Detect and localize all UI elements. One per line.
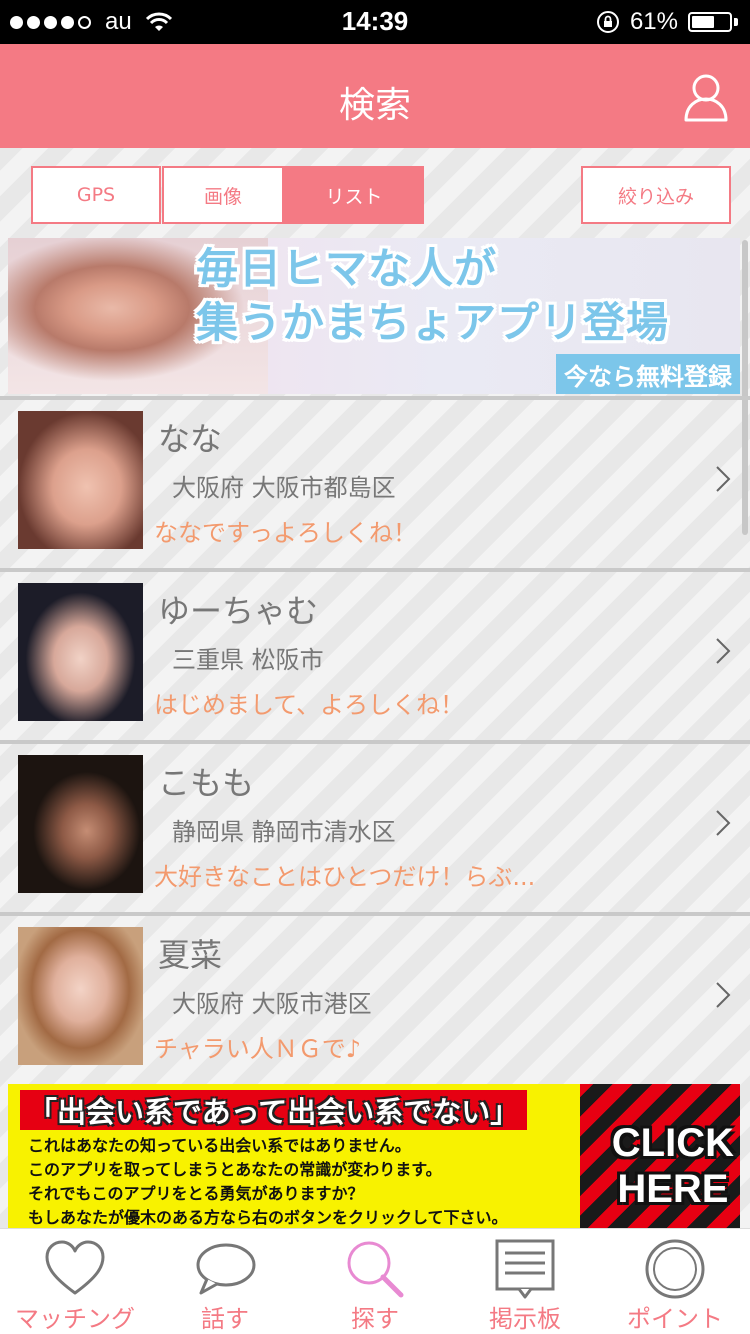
tab-search[interactable]: 探す [300,1229,450,1334]
heart-icon [45,1240,105,1295]
chevron-right-icon [716,638,731,664]
rotation-lock-icon [596,11,619,33]
tab-label: 探す [351,1305,399,1333]
battery-icon [688,10,738,34]
nav-bar: 検索 [0,44,750,148]
person-outline-icon[interactable] [682,72,730,124]
list-item[interactable]: なな 大阪府 大阪市都島区 ななですっよろしくね！ [0,396,750,564]
tab-label: ポイント [627,1305,723,1333]
chevron-right-icon [716,982,731,1008]
coin-icon [645,1239,705,1299]
banner-bottom-title: 「出会い系であって出会い系でない」 [20,1090,528,1130]
user-location: 静岡県 静岡市清水区 [172,818,396,846]
user-location: 三重県 松阪市 [172,646,324,674]
banner-line-1: 毎日ヒマな人が [196,244,498,293]
avatar [18,927,143,1065]
segment-image[interactable]: 画像 [162,166,284,224]
user-message: 大好きなことはひとつだけ！らぶ... [154,863,536,891]
tab-matching[interactable]: マッチング [0,1229,150,1334]
page-title: 検索 [338,85,411,126]
user-location: 大阪府 大阪市都島区 [172,474,396,502]
avatar [18,755,143,893]
search-icon [347,1241,404,1298]
click-line-2: HERE [617,1167,729,1211]
banner-tag: 今なら無料登録 [556,354,740,394]
list-item[interactable]: 夏菜 大阪府 大阪市港区 チャラい人ＮＧで♪ [0,912,750,1080]
tab-label: 話す [201,1305,249,1333]
chevron-right-icon [716,810,731,836]
tab-label: 掲示板 [489,1305,561,1333]
battery-fill [692,16,714,28]
chevron-right-icon [716,466,731,492]
battery-percent: 61% [629,8,678,35]
segment-gps[interactable]: GPS [31,166,161,224]
list-item[interactable]: ゆーちゃむ 三重県 松阪市 はじめまして、よろしくね！ [0,568,750,736]
status-bar: au 14:39 61% [0,0,750,44]
user-name: ゆーちゃむ [158,592,319,630]
ad-banner-top[interactable]: 毎日ヒマな人が 集うかまちょアプリ登場 今なら無料登録 [8,238,740,394]
banner-bottom-line: これはあなたの知っている出会い系ではありません。 [28,1136,411,1155]
click-line-1: CLICK [611,1121,734,1165]
list-item[interactable]: こもも 静岡県 静岡市清水区 大好きなことはひとつだけ！らぶ... [0,740,750,908]
avatar [18,411,143,549]
user-name: なな [158,420,223,458]
banner-bottom-text: これはあなたの知っている出会い系ではありません。 このアプリを取ってしまうとあな… [28,1134,508,1228]
segment-list[interactable]: リスト [284,166,424,224]
banner-bottom-line: それでもこのアプリをとる勇気がありますか？ [28,1184,364,1203]
user-name: 夏菜 [158,936,223,974]
user-location: 大阪府 大阪市港区 [172,990,372,1018]
tab-talk[interactable]: 話す [150,1229,300,1334]
banner-bottom-line: もしあなたが優木のある方なら右のボタンをクリックして下さい。 [28,1208,508,1227]
speech-bubble-icon [196,1243,256,1295]
click-here-button[interactable]: CLICK HERE [580,1084,740,1228]
user-message: ななですっよろしくね！ [154,519,418,547]
click-here-label: CLICK HERE [612,1120,734,1212]
status-right: 61% [596,7,738,37]
filter-button[interactable]: 絞り込み [581,166,731,224]
tab-board[interactable]: 掲示板 [450,1229,600,1334]
tab-label: マッチング [15,1305,135,1333]
view-mode-segmented-control: GPS 画像 リスト [31,166,424,224]
ad-banner-bottom[interactable]: 「出会い系であって出会い系でない」 これはあなたの知っている出会い系ではありませ… [8,1084,740,1228]
user-message: チャラい人ＮＧで♪ [154,1035,362,1063]
banner-bottom-line: このアプリを取ってしまうとあなたの常識が変わります。 [28,1160,442,1179]
user-message: はじめまして、よろしくね！ [154,691,465,719]
banner-line-2: 集うかまちょアプリ登場 [196,298,670,347]
banner-headline: 毎日ヒマな人が 集うかまちょアプリ登場 [196,242,669,350]
tab-bar: マッチング 話す 探す 掲示板 ポイント [0,1228,750,1334]
avatar [18,583,143,721]
search-content: GPS 画像 リスト 絞り込み 毎日ヒマな人が 集うかまちょアプリ登場 今なら無… [0,148,750,1228]
tab-points[interactable]: ポイント [600,1229,750,1334]
user-name: こもも [158,764,255,802]
board-icon [495,1239,555,1299]
